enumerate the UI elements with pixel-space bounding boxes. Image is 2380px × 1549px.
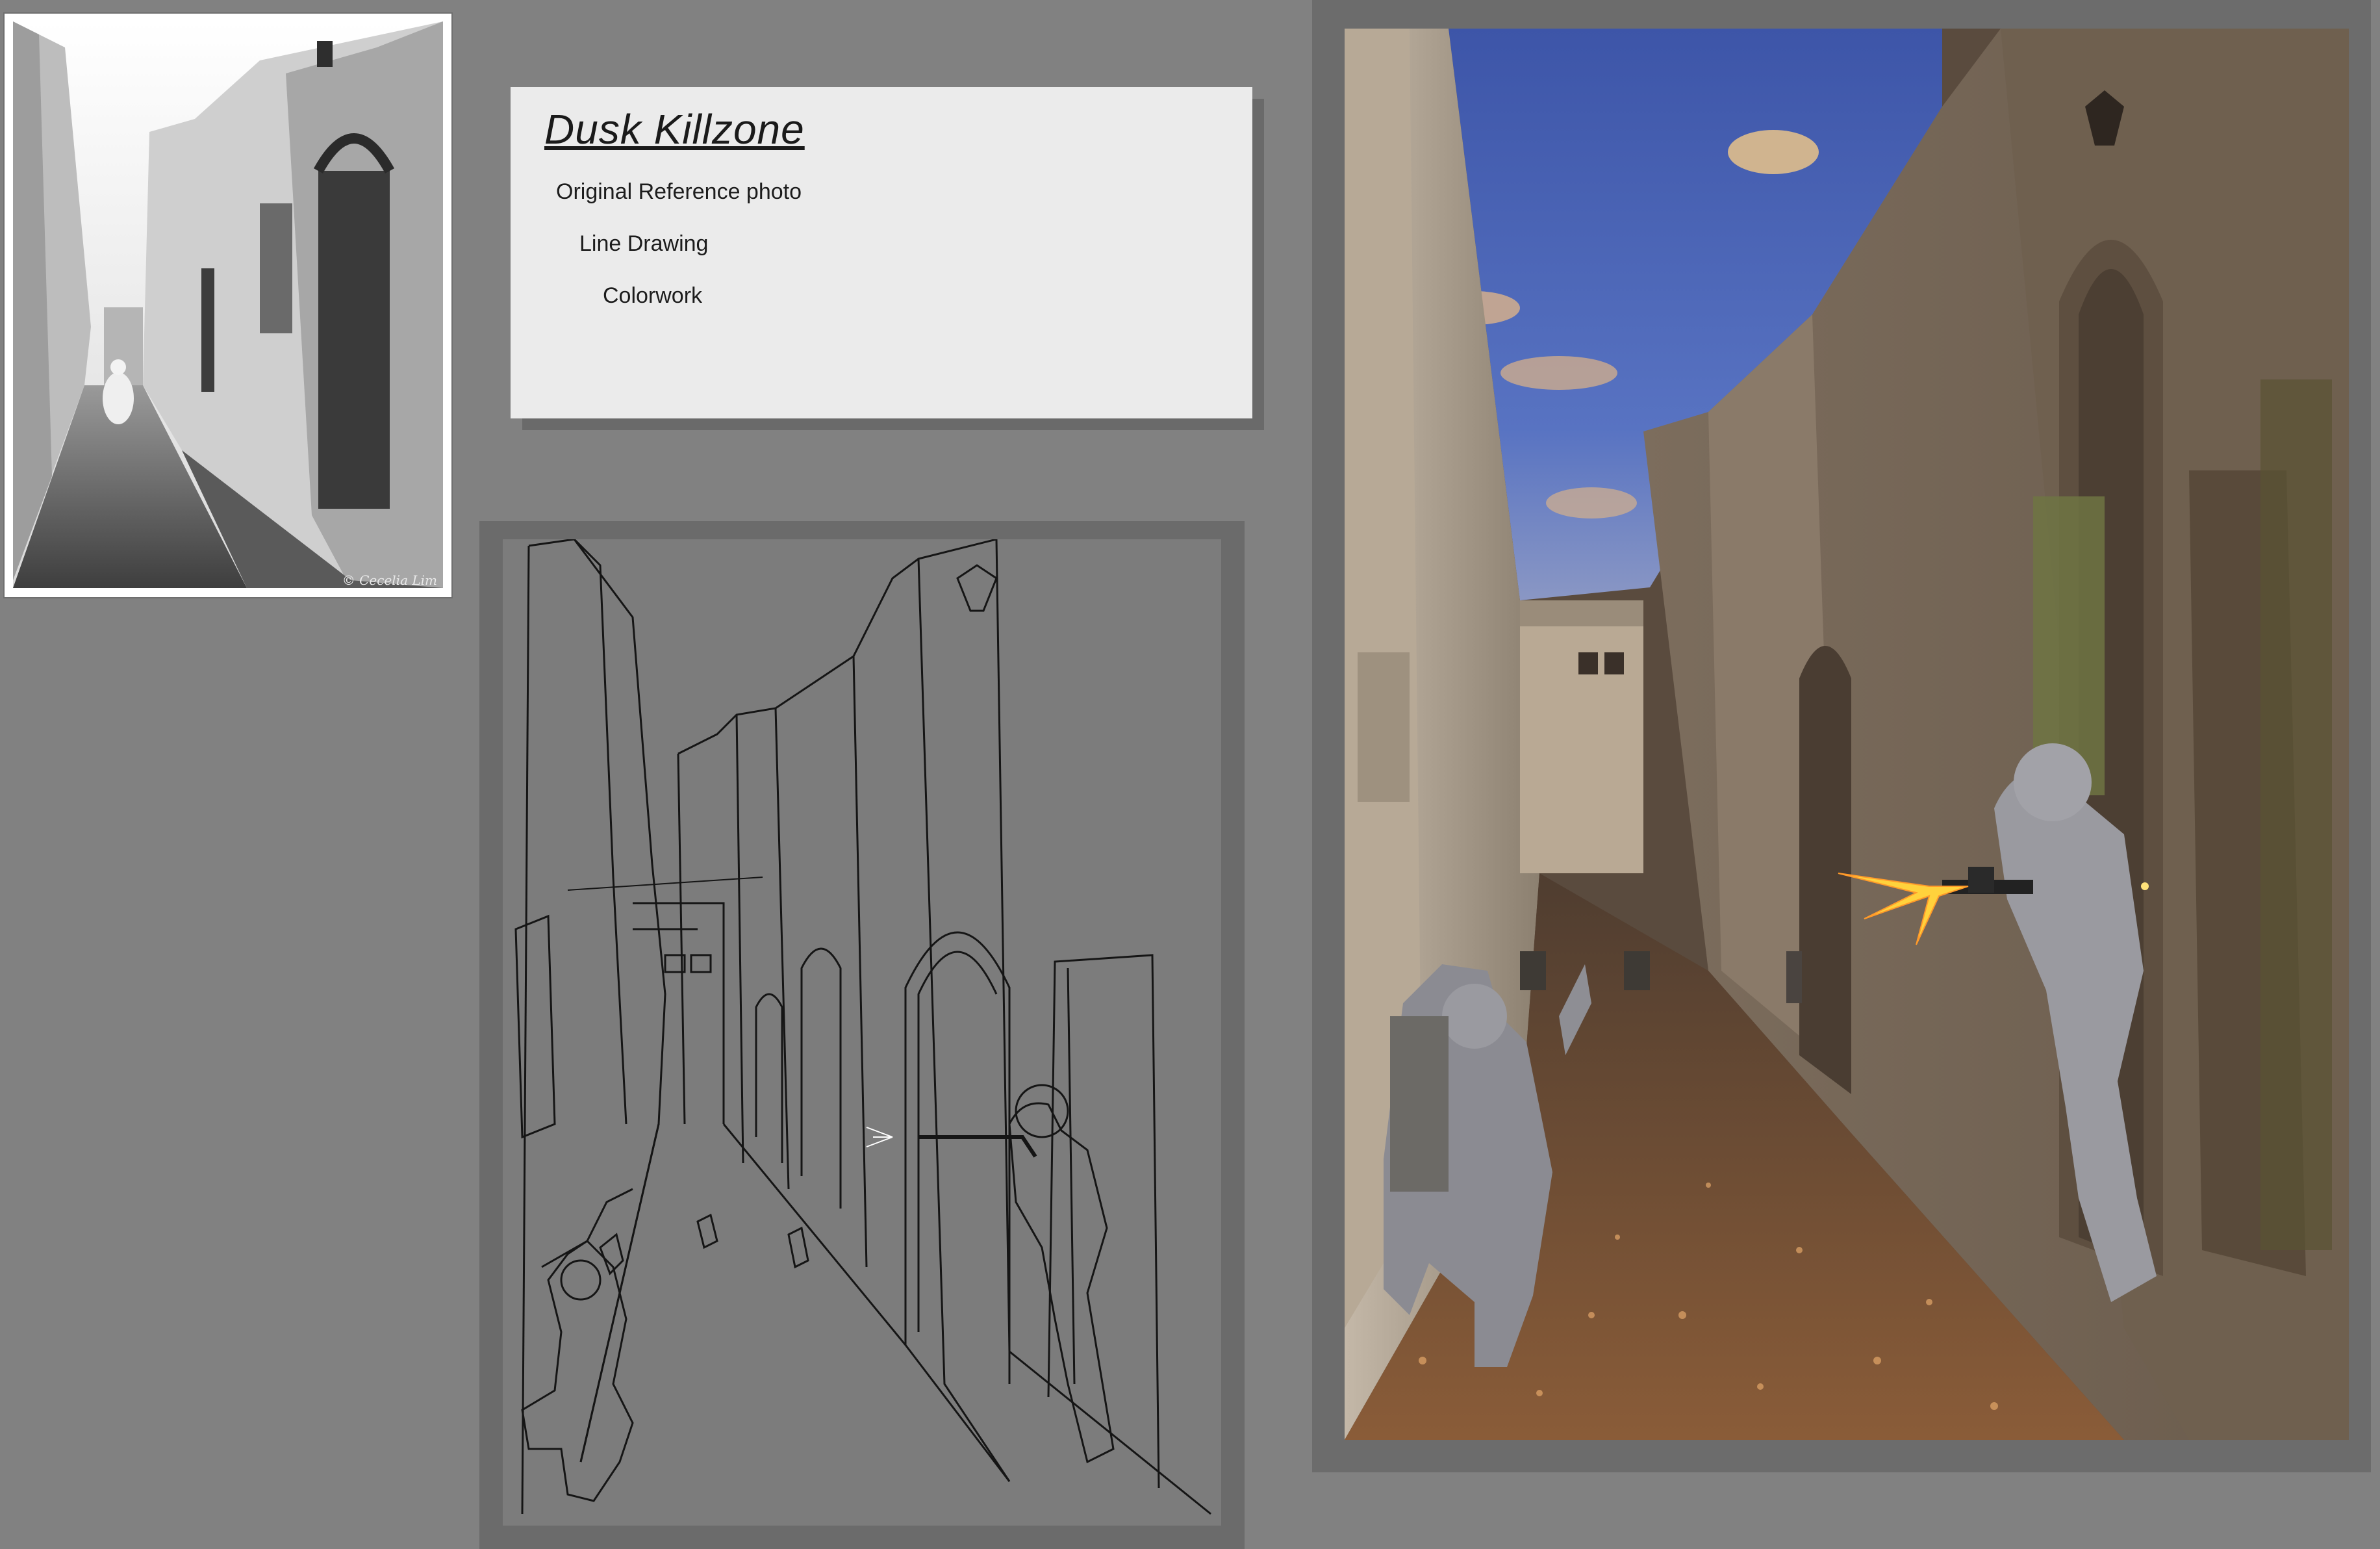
label-line-drawing: Line Drawing — [579, 231, 709, 256]
line-drawing — [503, 539, 1221, 1526]
label-reference-photo: Original Reference photo — [556, 179, 802, 204]
colorwork-panel — [1312, 0, 2371, 1472]
reference-photo: © Cecelia Lim — [5, 14, 451, 597]
reference-photo-image — [13, 21, 443, 588]
line-drawing-image — [514, 539, 1211, 1515]
title-card: Dusk Killzone Original Reference photo L… — [511, 87, 1252, 418]
colorwork-image — [1345, 29, 2349, 1440]
colorwork — [1345, 29, 2349, 1440]
artwork-title: Dusk Killzone — [544, 106, 805, 153]
line-drawing-panel — [479, 521, 1245, 1549]
label-colorwork: Colorwork — [603, 283, 703, 308]
photo-credit: © Cecelia Lim — [342, 572, 437, 588]
